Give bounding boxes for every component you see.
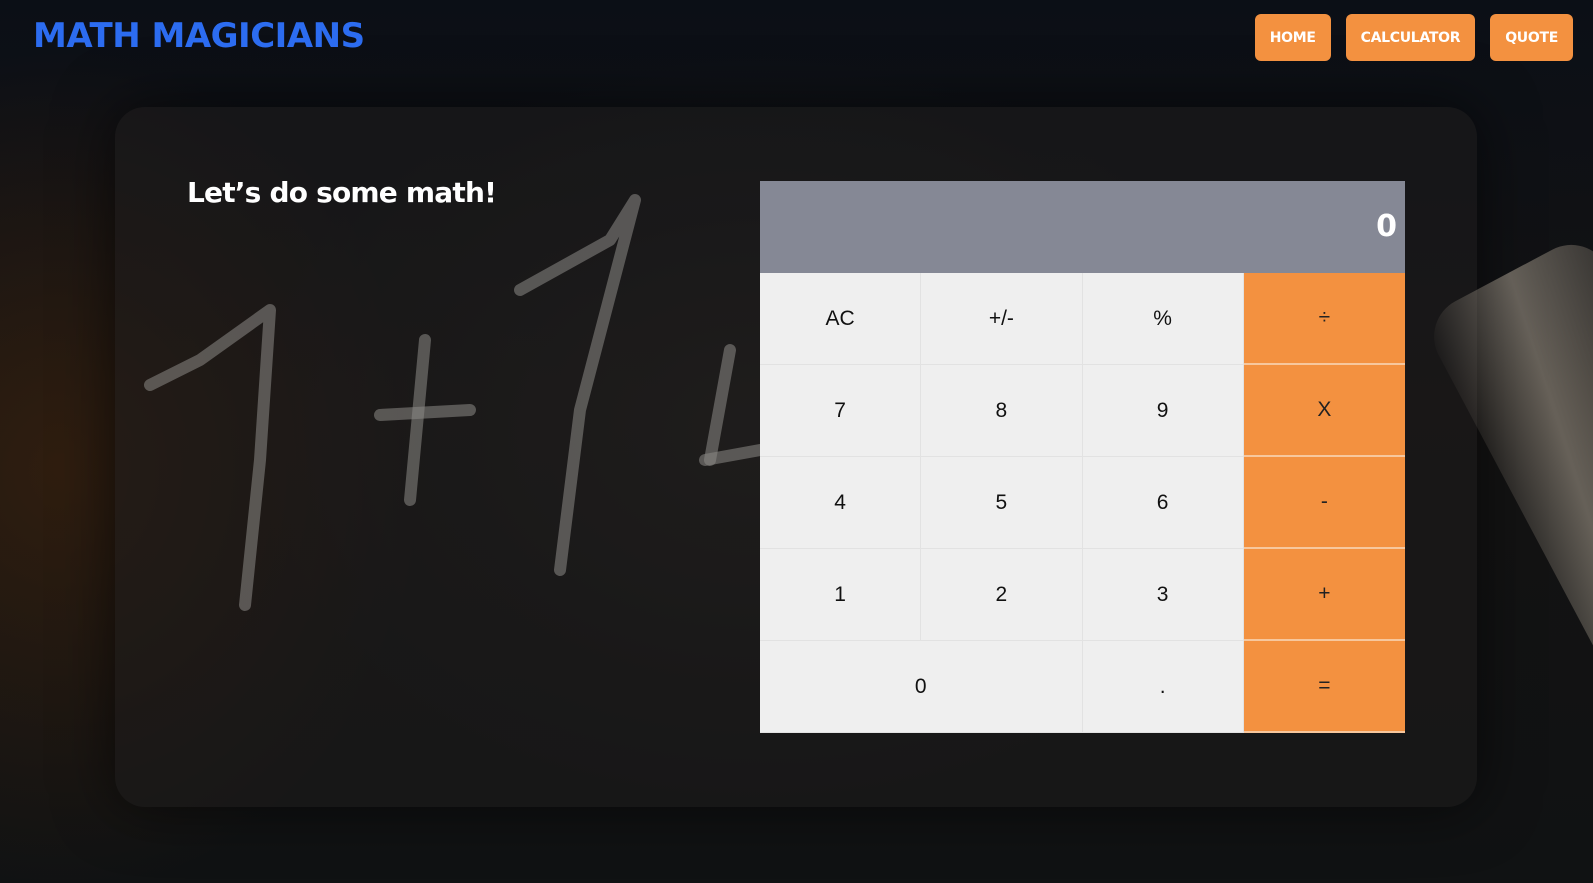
digit-7-button[interactable]: 7 <box>760 365 922 457</box>
digit-2-button[interactable]: 2 <box>921 549 1083 641</box>
divide-button[interactable]: ÷ <box>1243 273 1405 365</box>
equals-button[interactable]: = <box>1243 641 1405 733</box>
app-logo[interactable]: MATH MAGICIANS <box>33 16 365 56</box>
top-navbar: MATH MAGICIANS HOME CALCULATOR QUOTE <box>0 0 1593 74</box>
nav-calculator-button[interactable]: CALCULATOR <box>1345 14 1476 61</box>
multiply-button[interactable]: X <box>1243 365 1405 457</box>
page-heading: Let’s do some math! <box>187 176 497 209</box>
chalk-drawing-image <box>144 194 760 611</box>
nav-home-button[interactable]: HOME <box>1254 14 1331 61</box>
digit-4-button[interactable]: 4 <box>760 457 922 549</box>
add-button[interactable]: + <box>1243 549 1405 641</box>
digit-9-button[interactable]: 9 <box>1082 365 1244 457</box>
digit-0-button[interactable]: 0 <box>760 641 1083 733</box>
main-nav: HOME CALCULATOR QUOTE <box>1254 14 1573 61</box>
all-clear-button[interactable]: AC <box>760 273 922 365</box>
digit-5-button[interactable]: 5 <box>921 457 1083 549</box>
subtract-button[interactable]: - <box>1243 457 1405 549</box>
digit-3-button[interactable]: 3 <box>1082 549 1244 641</box>
nav-quote-button[interactable]: QUOTE <box>1490 14 1573 61</box>
decimal-point-button[interactable]: . <box>1082 641 1244 733</box>
calculator-display: 0 <box>760 181 1405 273</box>
calculator-keypad: AC +/- % ÷ 7 8 9 X 4 5 6 - 1 2 3 + 0 . = <box>760 273 1405 733</box>
toggle-sign-button[interactable]: +/- <box>921 273 1083 365</box>
digit-6-button[interactable]: 6 <box>1082 457 1244 549</box>
calculator: 0 AC +/- % ÷ 7 8 9 X 4 5 6 - 1 2 3 + 0 .… <box>760 181 1405 733</box>
digit-1-button[interactable]: 1 <box>760 549 922 641</box>
digit-8-button[interactable]: 8 <box>921 365 1083 457</box>
percent-button[interactable]: % <box>1082 273 1244 365</box>
